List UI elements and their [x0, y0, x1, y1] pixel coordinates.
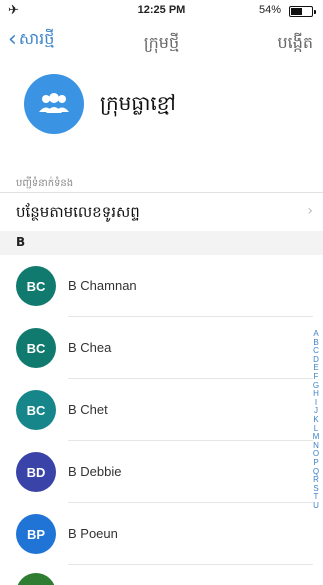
contact-avatar: BC [16, 266, 56, 306]
battery-percent: 54% [258, 4, 281, 16]
contact-avatar[interactable] [16, 573, 56, 585]
add-by-phone-label: បន្ថែមតាមលេខទូរសព្ទ [16, 203, 140, 221]
contact-row[interactable]: BC B Chea [0, 317, 323, 379]
contact-name: B Poeun [68, 526, 118, 541]
chevron-right-icon: › [307, 203, 313, 219]
contact-name: B Chet [68, 402, 108, 417]
group-avatar[interactable] [24, 74, 84, 134]
section-letter: B [16, 235, 26, 249]
contact-name: B Chamnan [68, 278, 137, 293]
group-name[interactable]: ក្រុមធ្លាខ្មៅ [100, 90, 176, 120]
battery-icon [289, 6, 316, 17]
nav-bar: ‹ សារថ្មី ក្រុមថ្មី បង្កើត [0, 24, 323, 60]
contact-name: B Chea [68, 340, 112, 355]
row-separator [68, 564, 313, 565]
contact-avatar: BC [16, 390, 56, 430]
contact-row[interactable]: BD B Debbie [0, 441, 323, 503]
group-header: ក្រុមធ្លាខ្មៅ [0, 70, 323, 140]
contact-avatar: BC [16, 328, 56, 368]
contact-row[interactable]: BP B Poeun [0, 503, 323, 565]
contact-avatar: BD [16, 452, 56, 492]
contact-row[interactable]: BC B Chet [0, 379, 323, 441]
create-button[interactable]: បង្កើត [277, 32, 313, 56]
contact-name: B Debbie [68, 464, 122, 479]
index-letter-u[interactable]: U [313, 501, 319, 511]
add-by-phone-row[interactable]: បន្ថែមតាមលេខទូរសព្ទ › [0, 193, 323, 231]
contacts-section-label: បញ្ជីទំនាក់ទំនង [16, 178, 74, 189]
page-title: ក្រុមថ្មី [143, 33, 180, 52]
contact-row[interactable]: BC B Chamnan [0, 255, 323, 317]
alphabet-index[interactable]: A B C D E F G H I J K L M N O P Q R S T … [311, 329, 321, 511]
group-icon [39, 93, 69, 113]
status-bar: ✈ 12:25 PM 54% [0, 0, 323, 22]
section-header-letter: B [0, 231, 323, 255]
contact-avatar: BP [16, 514, 56, 554]
